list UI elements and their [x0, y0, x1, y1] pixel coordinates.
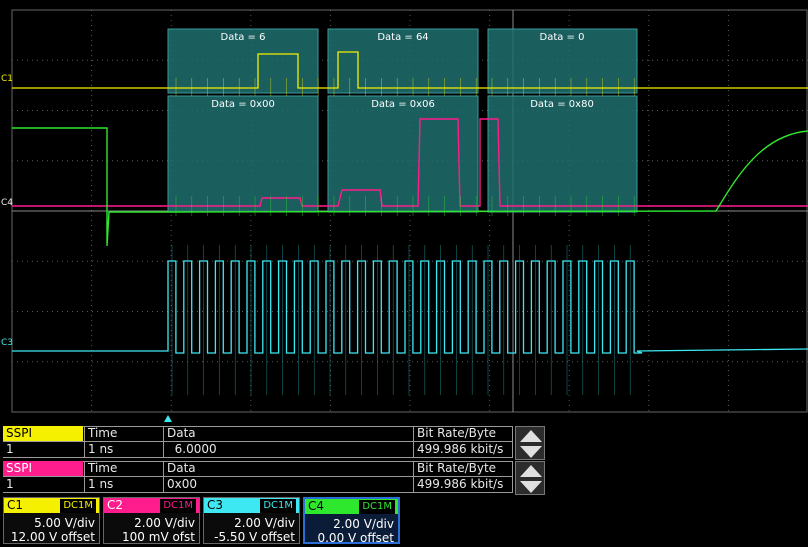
header-data: Data	[167, 426, 196, 440]
coupling-badge: DC1M	[160, 499, 196, 513]
channel-label: C3	[207, 498, 224, 512]
decode-box-c2	[327, 95, 479, 213]
row-bit-rate: 499.986 kbit/s	[417, 442, 504, 456]
decode-table-1-scroll[interactable]	[515, 426, 545, 460]
scroll-down-icon[interactable]	[519, 445, 543, 459]
channel-c3-descriptor[interactable]: C3 DC1M 2.00 V/div -5.50 V offset	[203, 497, 300, 544]
decode-overlays	[167, 28, 638, 213]
channel-label: C1	[7, 498, 24, 512]
channel-c2-descriptor[interactable]: C2 DC1M 2.00 V/div 100 mV ofst	[103, 497, 200, 544]
decode-label-c2-1: Data = 0x00	[211, 99, 275, 110]
channel-c1-descriptor[interactable]: C1 DC1M 5.00 V/div 12.00 V offset	[3, 497, 100, 544]
row-bit-rate: 499.986 kbit/s	[417, 477, 504, 491]
c3-marker: C3	[1, 338, 13, 348]
volts-per-div: 2.00 V/div	[134, 516, 195, 530]
channel-c1-header: C1 DC1M	[4, 498, 99, 513]
decode-label-c1-1: Data = 6	[221, 32, 266, 43]
offset-value: 100 mV ofst	[122, 530, 195, 544]
row-index: 1	[6, 442, 14, 456]
channel-c3-header: C3 DC1M	[204, 498, 299, 513]
row-time: 1 ns	[88, 442, 114, 456]
channel-label: C4	[308, 499, 325, 513]
volts-per-div: 2.00 V/div	[333, 517, 394, 531]
offset-value: 0.00 V offset	[317, 531, 394, 545]
scroll-up-icon[interactable]	[519, 464, 543, 478]
decode-label-c1-3: Data = 0	[540, 32, 585, 43]
decode-table-2-scroll[interactable]	[515, 461, 545, 495]
decode-label-c2-2: Data = 0x06	[371, 99, 435, 110]
row-data: 6.0000	[167, 442, 217, 456]
channel-c2-header: C2 DC1M	[104, 498, 199, 513]
decode-box-c2	[167, 95, 319, 213]
decode-label-c2-3: Data = 0x80	[530, 99, 594, 110]
scroll-up-icon[interactable]	[519, 429, 543, 443]
c1-marker: C1	[1, 74, 13, 84]
header-bit-rate: Bit Rate/Byte	[417, 426, 497, 440]
header-time: Time	[88, 426, 118, 440]
row-data: 0x00	[167, 477, 198, 491]
offset-value: 12.00 V offset	[10, 530, 95, 544]
row-index: 1	[6, 477, 14, 491]
decode-table-1: SSPI Time Data Bit Rate/Byte 1 1 ns 6.00…	[3, 426, 513, 458]
waveform-display[interactable]: C1 C4 C3 Data = 6 Data = 64 Data = 0 Dat…	[0, 0, 808, 415]
channel-c4-descriptor[interactable]: C4 DC1M 2.00 V/div 0.00 V offset	[303, 497, 400, 545]
c4-marker: C4	[1, 198, 13, 208]
decode-box-c2	[487, 95, 638, 213]
trigger-position-marker[interactable]	[164, 415, 172, 422]
decode-table-2: SSPI Time Data Bit Rate/Byte 1 1 ns 0x00…	[3, 461, 513, 493]
volts-per-div: 2.00 V/div	[234, 516, 295, 530]
decode-table-2-name[interactable]: SSPI	[3, 461, 83, 476]
channel-label: C2	[107, 498, 124, 512]
channel-c4-header: C4 DC1M	[305, 499, 398, 514]
header-data: Data	[167, 461, 196, 475]
offset-value: -5.50 V offset	[214, 530, 295, 544]
coupling-badge: DC1M	[60, 499, 96, 513]
decode-label-c1-2: Data = 64	[377, 32, 428, 43]
header-bit-rate: Bit Rate/Byte	[417, 461, 497, 475]
coupling-badge: DC1M	[359, 500, 395, 514]
coupling-badge: DC1M	[260, 499, 296, 513]
row-time: 1 ns	[88, 477, 114, 491]
volts-per-div: 5.00 V/div	[34, 516, 95, 530]
scroll-down-icon[interactable]	[519, 480, 543, 494]
header-time: Time	[88, 461, 118, 475]
decode-table-1-name[interactable]: SSPI	[3, 426, 83, 441]
